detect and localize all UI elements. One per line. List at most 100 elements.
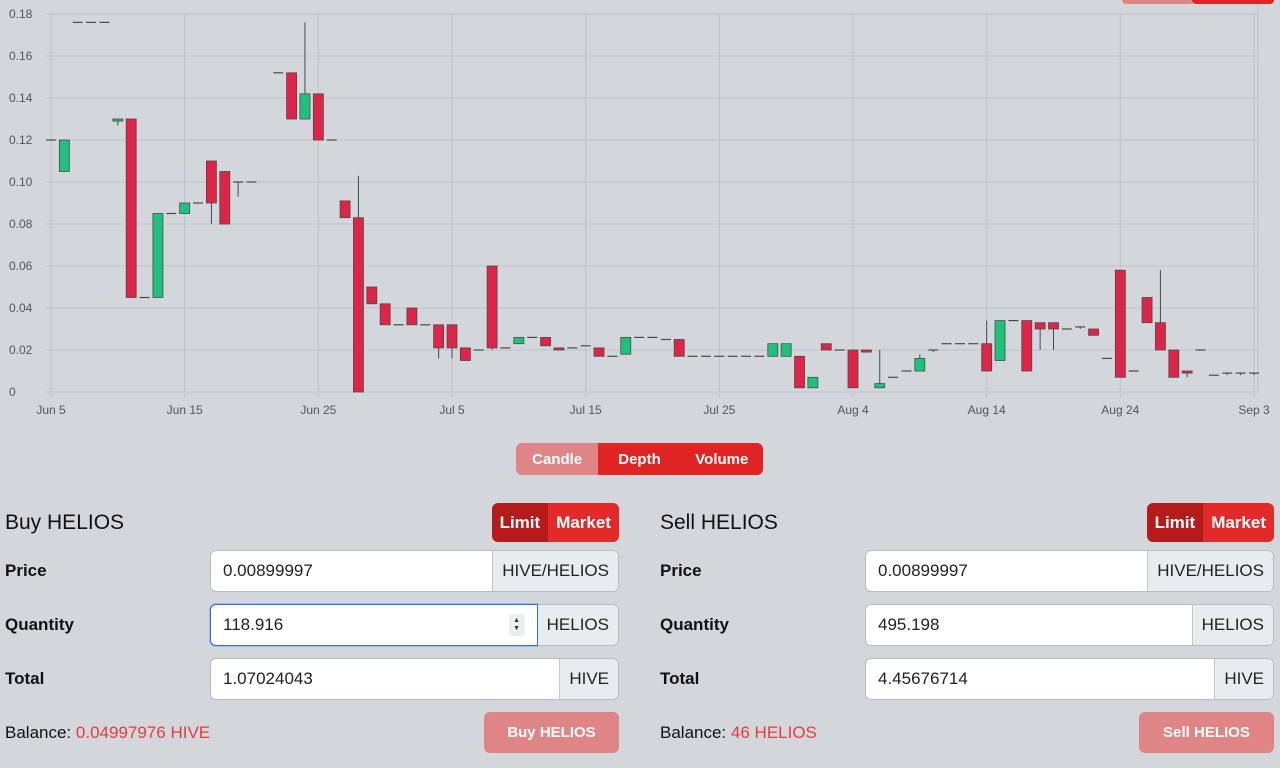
buy-limit-button[interactable]: Limit: [491, 503, 549, 542]
tab-volume[interactable]: Volume: [680, 443, 763, 475]
candle-body: [179, 202, 191, 214]
candle-body: [1088, 328, 1099, 336]
candle-body: [767, 343, 779, 357]
candle: [339, 200, 351, 219]
candle: [620, 336, 632, 355]
candle-body: [112, 118, 124, 122]
candle: [312, 93, 324, 141]
candle-body: [807, 376, 819, 389]
x-tick-label: Jul 15: [570, 403, 602, 417]
buy-panel: Buy HELIOS Limit Market Price 0.00899997…: [5, 500, 619, 768]
buy-quantity-unit: HELIOS: [537, 604, 619, 646]
x-tick-label: Jul 25: [703, 403, 735, 417]
candle: [486, 265, 498, 350]
y-tick-label: 0.12: [9, 133, 33, 147]
candle: [794, 355, 805, 389]
price-chart[interactable]: 0.18 0.16 0.14 0.12 0.10 0.08 0.06 0.04 0.02 0 Ju…: [0, 0, 1280, 430]
candle: [1168, 349, 1180, 378]
candle: [1021, 320, 1033, 372]
buy-order-type-toggle: Limit Market: [491, 503, 619, 542]
candle: [767, 343, 779, 357]
candle-body: [379, 303, 391, 326]
candle-body: [125, 118, 137, 298]
buy-quantity-input[interactable]: 118.916 ▲ ▼: [210, 604, 538, 646]
candle-body: [1168, 349, 1180, 378]
sell-price-input[interactable]: 0.00899997: [866, 551, 1147, 591]
buy-balance-value[interactable]: 0.04997976 HIVE: [76, 723, 210, 742]
candle-body: [299, 93, 311, 120]
candle: [874, 350, 886, 389]
candle-body: [794, 355, 805, 389]
sell-market-button[interactable]: Market: [1203, 503, 1274, 542]
sell-total-unit: HIVE: [1214, 659, 1273, 699]
sell-button[interactable]: Sell HELIOS: [1139, 712, 1274, 753]
candle-body: [486, 265, 498, 349]
tab-depth[interactable]: Depth: [598, 443, 681, 475]
y-tick-label: 0.02: [9, 343, 33, 357]
buy-price-value: 0.00899997: [223, 561, 313, 580]
candle: [1155, 270, 1166, 351]
x-tick-label: Jul 5: [439, 403, 465, 417]
top-button-edge-dark: [1192, 0, 1274, 4]
candle-body: [914, 357, 926, 372]
candle-body: [513, 336, 525, 345]
y-tick-label: 0.18: [9, 7, 33, 21]
sell-limit-button[interactable]: Limit: [1146, 503, 1204, 542]
candle: [112, 118, 124, 126]
candle-body: [433, 324, 445, 349]
buy-price-group: 0.00899997 HIVE/HELIOS: [210, 550, 619, 592]
candle-body: [339, 200, 351, 219]
number-spinner-icon[interactable]: ▲ ▼: [508, 614, 525, 636]
buy-balance-label: Balance:: [5, 723, 72, 742]
candle: [219, 171, 231, 225]
sell-order-type-toggle: Limit Market: [1146, 503, 1274, 542]
candle: [593, 347, 605, 357]
y-tick-label: 0.14: [9, 91, 33, 105]
tab-candle[interactable]: Candle: [516, 443, 599, 475]
sell-total-input[interactable]: 4.45676714: [866, 659, 1214, 699]
buy-button[interactable]: Buy HELIOS: [484, 712, 619, 753]
sell-price-row: Price 0.00899997 HIVE/HELIOS: [660, 550, 1274, 592]
sell-total-label: Total: [660, 669, 700, 688]
candle: [1141, 297, 1153, 324]
buy-price-unit: HIVE/HELIOS: [492, 551, 618, 591]
y-tick-label: 0.04: [9, 301, 33, 315]
candle-body: [820, 343, 832, 351]
candle: [205, 160, 217, 224]
candle: [994, 320, 1006, 361]
candle: [179, 202, 191, 214]
candle: [981, 320, 993, 372]
candle: [1034, 322, 1046, 350]
candle-body: [1048, 322, 1059, 330]
candle: [353, 175, 364, 393]
buy-total-group: 1.07024043 HIVE: [210, 658, 619, 700]
candle: [540, 336, 551, 347]
sell-quantity-group: 495.198 HELIOS: [865, 604, 1274, 646]
buy-market-button[interactable]: Market: [548, 503, 619, 542]
chart-type-toggle: Candle Depth Volume: [516, 443, 763, 475]
candle: [433, 324, 445, 359]
candle-body: [1155, 322, 1166, 351]
top-button-edge-light: [1122, 0, 1194, 4]
buy-total-value: 1.07024043: [223, 669, 313, 688]
candle: [513, 336, 525, 345]
candlestick-chart[interactable]: 0.18 0.16 0.14 0.12 0.10 0.08 0.06 0.04 0.02 0 Ju…: [0, 0, 1280, 430]
sell-quantity-input[interactable]: 495.198: [866, 605, 1192, 645]
candle-body: [994, 320, 1006, 361]
sell-balance-value[interactable]: 46 HELIOS: [731, 723, 817, 742]
buy-price-label: Price: [5, 561, 47, 580]
x-tick-label: Aug 24: [1101, 403, 1139, 417]
candle: [1075, 326, 1086, 329]
candle-body: [981, 343, 993, 372]
sell-quantity-label: Quantity: [660, 615, 729, 634]
buy-quantity-row: Quantity 118.916 ▲ ▼ HELIOS: [5, 604, 619, 646]
candle-body: [286, 72, 298, 120]
buy-price-input[interactable]: 0.00899997: [211, 551, 492, 591]
candle: [860, 349, 872, 353]
candle: [152, 213, 164, 298]
buy-total-input[interactable]: 1.07024043: [211, 659, 559, 699]
buy-price-row: Price 0.00899997 HIVE/HELIOS: [5, 550, 619, 592]
buy-quantity-value: 118.916: [223, 615, 284, 634]
candle: [780, 343, 792, 357]
candle: [847, 349, 859, 389]
